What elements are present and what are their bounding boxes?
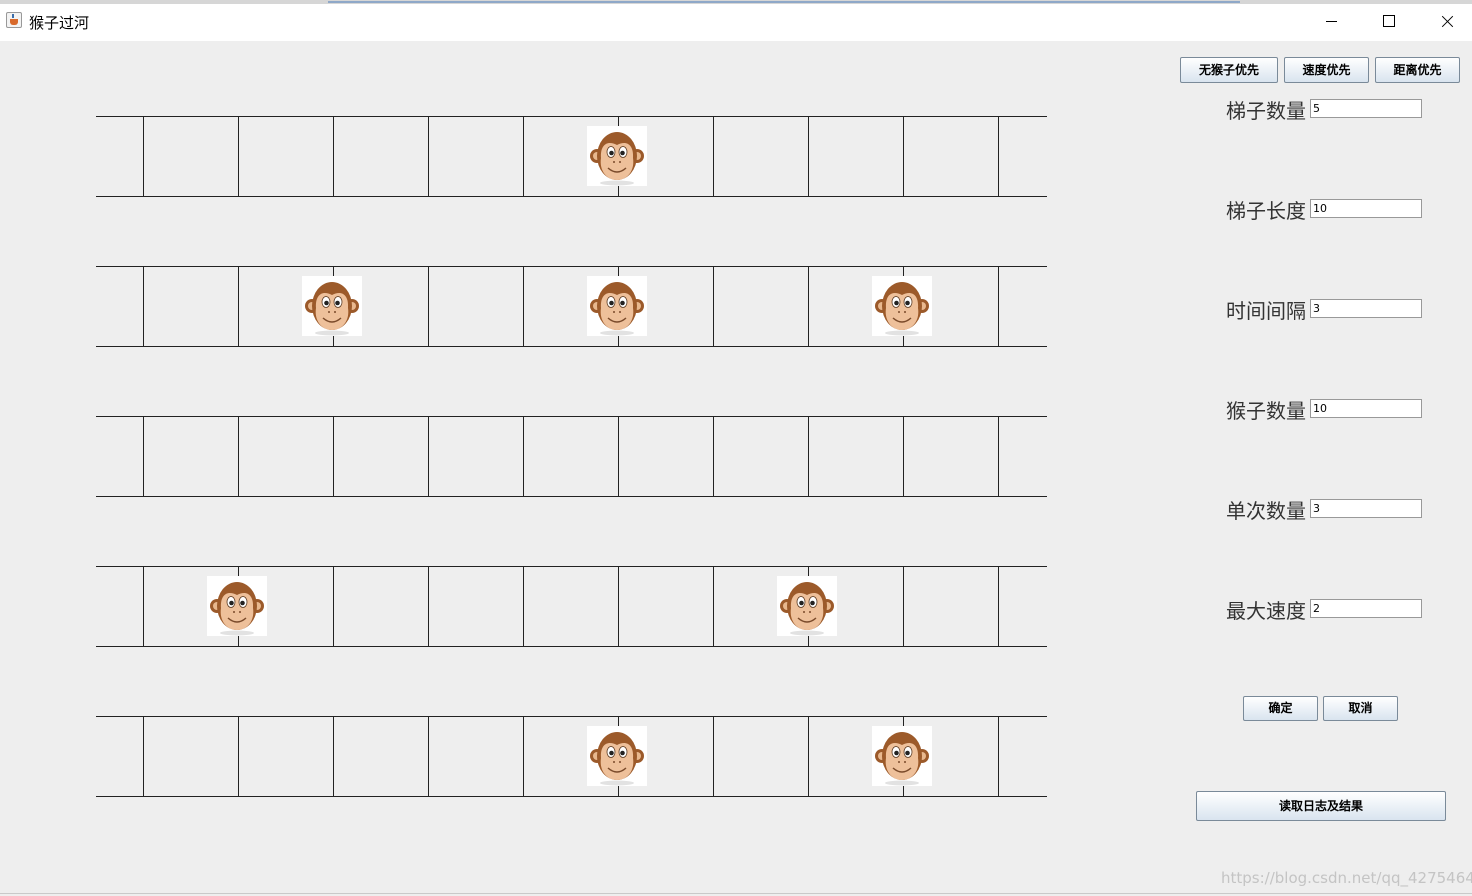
ladder-rung xyxy=(808,416,809,497)
monkey-icon xyxy=(587,726,647,786)
ladder-rung xyxy=(238,716,239,797)
top-strip-highlight xyxy=(328,1,1240,3)
bottom-border xyxy=(0,893,1472,894)
ladder-rung xyxy=(618,566,619,647)
minimize-button[interactable] xyxy=(1302,4,1360,41)
maximize-icon xyxy=(1383,15,1395,27)
monkey-icon xyxy=(302,276,362,336)
ladder-length-input[interactable]: 10 xyxy=(1310,199,1422,218)
maximize-button[interactable] xyxy=(1360,4,1418,41)
java-app-icon xyxy=(6,12,22,28)
monkey-icon xyxy=(587,276,647,336)
ladder-rung xyxy=(143,416,144,497)
minimize-icon xyxy=(1326,21,1337,22)
ladder-length-label: 梯子长度 xyxy=(1226,199,1306,223)
ladder-rung xyxy=(333,716,334,797)
ladder-rung xyxy=(143,716,144,797)
no-monkey-first-button[interactable]: 无猴子优先 xyxy=(1180,57,1278,83)
speed-first-button[interactable]: 速度优先 xyxy=(1284,57,1369,83)
ladder-rung xyxy=(713,716,714,797)
ladder-rung xyxy=(713,266,714,347)
ladder-rung xyxy=(998,716,999,797)
ladder-rung xyxy=(143,116,144,197)
ladder-rung xyxy=(143,566,144,647)
read-log-button[interactable]: 读取日志及结果 xyxy=(1196,791,1446,821)
ladder-rung xyxy=(903,566,904,647)
ladder-rung xyxy=(618,416,619,497)
ladder-rung xyxy=(428,266,429,347)
ladder-rung xyxy=(428,416,429,497)
ladder-rung xyxy=(428,116,429,197)
window-title: 猴子过河 xyxy=(29,14,90,32)
monkey-count-label: 猴子数量 xyxy=(1226,399,1306,423)
batch-input[interactable]: 3 xyxy=(1310,499,1422,518)
ladder-rung xyxy=(808,716,809,797)
ladder-rung xyxy=(523,116,524,197)
ladder-rung xyxy=(238,266,239,347)
cancel-button[interactable]: 取消 xyxy=(1323,696,1398,721)
ladder-rung xyxy=(428,716,429,797)
monkey-icon xyxy=(872,276,932,336)
ladder-rung xyxy=(523,716,524,797)
ladder-rung xyxy=(998,416,999,497)
watermark-text: https://blog.csdn.net/qq_42754642 xyxy=(1221,869,1472,887)
distance-first-button[interactable]: 距离优先 xyxy=(1375,57,1460,83)
river-board xyxy=(0,41,1100,841)
ladder-rung xyxy=(333,566,334,647)
close-button[interactable] xyxy=(1418,4,1472,41)
monkey-count-input[interactable]: 10 xyxy=(1310,399,1422,418)
ladder-rung xyxy=(238,116,239,197)
interval-label: 时间间隔 xyxy=(1226,299,1306,323)
ladder-rung xyxy=(808,266,809,347)
ladder-rung xyxy=(713,416,714,497)
ladder-rung xyxy=(523,416,524,497)
ladder-rung xyxy=(238,416,239,497)
ladder-rung xyxy=(523,566,524,647)
ladder-rung xyxy=(903,416,904,497)
title-bar[interactable]: 猴子过河 xyxy=(0,4,1472,41)
ladder-rung xyxy=(998,116,999,197)
monkey-icon xyxy=(207,576,267,636)
monkey-icon xyxy=(872,726,932,786)
ladder-rung xyxy=(143,266,144,347)
ladder-rung xyxy=(713,116,714,197)
max-speed-label: 最大速度 xyxy=(1226,599,1306,623)
max-speed-input[interactable]: 2 xyxy=(1310,599,1422,618)
ladder-count-input[interactable]: 5 xyxy=(1310,99,1422,118)
ladder-rung xyxy=(903,116,904,197)
batch-label: 单次数量 xyxy=(1226,499,1306,523)
interval-input[interactable]: 3 xyxy=(1310,299,1422,318)
ladder-rung xyxy=(428,566,429,647)
monkey-icon xyxy=(587,126,647,186)
ladder-rung xyxy=(998,266,999,347)
confirm-button[interactable]: 确定 xyxy=(1243,696,1318,721)
monkey-icon xyxy=(777,576,837,636)
ladder-rung xyxy=(333,116,334,197)
ladder-rung xyxy=(808,116,809,197)
ladder-rung xyxy=(998,566,999,647)
ladder-rung xyxy=(713,566,714,647)
ladder-count-label: 梯子数量 xyxy=(1226,99,1306,123)
ladder-rung xyxy=(523,266,524,347)
ladder-rung xyxy=(333,416,334,497)
